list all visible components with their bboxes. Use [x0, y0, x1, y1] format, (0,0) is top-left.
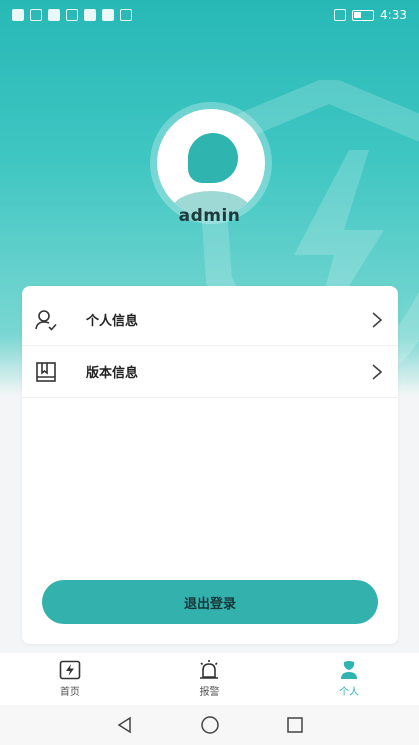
tab-label: 首页	[59, 687, 80, 698]
clock: 4:33	[380, 8, 407, 22]
tab-profile[interactable]: 个人	[304, 660, 394, 698]
home-icon[interactable]	[200, 715, 220, 735]
menu-item-label: 版本信息	[86, 366, 139, 381]
system-nav-bar	[0, 705, 419, 745]
cart-icon	[66, 9, 78, 21]
recents-icon[interactable]	[286, 716, 304, 734]
app-notification-icon	[84, 9, 96, 21]
person-icon	[341, 661, 358, 679]
tab-label: 个人	[339, 687, 360, 698]
lightning-icon	[59, 660, 81, 680]
logout-button[interactable]: 退出登录	[42, 580, 378, 624]
settings-card: 个人信息 版本信息 退出登录	[22, 286, 398, 644]
chevron-right-icon	[372, 363, 383, 380]
status-bar: 4:33	[0, 0, 419, 30]
avatar-image	[157, 109, 265, 217]
username: admin	[178, 206, 241, 226]
cloud-icon	[102, 9, 114, 21]
chevron-right-icon	[372, 311, 383, 328]
tab-label: 报警	[199, 687, 220, 698]
tab-home[interactable]: 首页	[25, 660, 115, 698]
search-notification-icon	[120, 9, 132, 21]
mute-icon	[334, 9, 347, 21]
sd-card-icon	[48, 9, 60, 21]
user-check-icon	[35, 309, 57, 331]
sim-icon	[12, 9, 24, 21]
battery-icon	[352, 9, 375, 21]
menu-item-version-info[interactable]: 版本信息	[22, 346, 398, 398]
back-icon[interactable]	[116, 716, 134, 734]
menu-item-label: 个人信息	[86, 314, 139, 329]
wifi-icon	[30, 9, 42, 21]
alarm-icon	[200, 660, 219, 679]
bottom-tab-bar: 首页 报警 个人	[0, 653, 419, 705]
book-icon	[36, 361, 56, 382]
menu-item-personal-info[interactable]: 个人信息	[22, 294, 398, 346]
tab-alarm[interactable]: 报警	[164, 660, 254, 698]
